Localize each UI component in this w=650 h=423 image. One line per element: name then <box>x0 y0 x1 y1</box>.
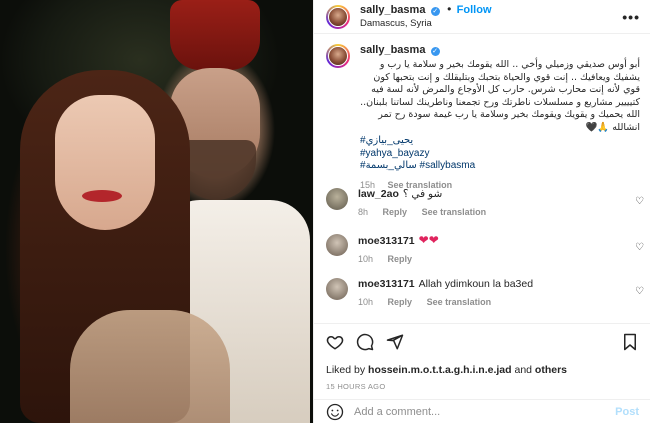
hashtag-link[interactable]: #سالي_بسمة #sallybasma <box>360 160 640 173</box>
follow-button[interactable]: Follow <box>457 4 492 16</box>
more-options-icon[interactable]: ••• <box>622 9 640 25</box>
heart-icon[interactable]: ♡ <box>635 242 644 253</box>
hashtag-link[interactable]: #يحيى_بيازي <box>360 135 640 148</box>
comment-text: شو في ؟ <box>402 188 443 200</box>
likes-user-link[interactable]: hossein.m.o.t.t.a.g.h.i.n.e.jad <box>368 364 512 376</box>
caption-hashtags: #يحيى_بيازي #yahya_bayazy #سالي_بسمة #sa… <box>360 135 640 173</box>
header-separator: • <box>447 2 452 16</box>
likes-others-link[interactable]: others <box>535 364 567 376</box>
caption-avatar[interactable] <box>326 44 350 68</box>
post-location[interactable]: Damascus, Syria <box>360 17 622 30</box>
comment-icon[interactable] <box>356 333 374 351</box>
commenter-avatar[interactable] <box>326 234 348 256</box>
caption-text: أبو أوس صديقي وزميلي وأخي .. الله يقومك … <box>360 59 640 133</box>
author-avatar[interactable] <box>326 4 350 29</box>
post-timestamp[interactable]: 15 HOURS AGO <box>326 382 639 391</box>
comment-time: 8h <box>358 207 369 217</box>
likes-prefix: Liked by <box>326 364 369 376</box>
comment-time: 10h <box>358 254 374 264</box>
comment-item: moe313171 Allah ydimkoun la ba3ed 10h Rep… <box>326 278 644 309</box>
add-comment-row: Add a comment... Post <box>314 399 650 423</box>
photo-woman-lips <box>82 190 122 202</box>
heart-icon[interactable]: ♡ <box>635 286 644 297</box>
post-actions: Liked by hossein.m.o.t.t.a.g.h.i.n.e.jad… <box>314 323 650 391</box>
see-translation-button[interactable]: See translation <box>427 297 492 307</box>
hashtag-link[interactable]: #yahya_bayazy <box>360 148 640 161</box>
verified-badge-icon: ✓ <box>430 7 440 16</box>
reply-button[interactable]: Reply <box>388 254 413 264</box>
comment-time: 10h <box>358 297 374 307</box>
heart-icon[interactable]: ♡ <box>635 196 644 207</box>
comment-item: moe313171 ❤❤ 10h Reply ♡ <box>326 234 644 266</box>
reply-button[interactable]: Reply <box>388 297 413 307</box>
commenter-username[interactable]: moe313171 <box>358 235 415 247</box>
post-sidebar: sally_basma ✓ • Follow Damascus, Syria •… <box>313 0 650 423</box>
likes-middle: and <box>511 364 535 376</box>
commenter-username[interactable]: law_2ao <box>358 188 399 200</box>
caption-username[interactable]: sally_basma <box>360 44 425 56</box>
comment-text: Allah ydimkoun la ba3ed <box>418 278 534 290</box>
photo-woman-dress <box>70 310 230 423</box>
post-header: sally_basma ✓ • Follow Damascus, Syria •… <box>314 0 650 34</box>
share-icon[interactable] <box>386 333 404 351</box>
author-username[interactable]: sally_basma <box>360 4 425 16</box>
reply-button[interactable]: Reply <box>383 207 408 217</box>
likes-summary: Liked by hossein.m.o.t.t.a.g.h.i.n.e.jad… <box>326 364 639 376</box>
commenter-avatar[interactable] <box>326 278 348 300</box>
commenter-avatar[interactable] <box>326 188 348 210</box>
commenter-username[interactable]: moe313171 <box>358 278 415 290</box>
see-translation-button[interactable]: See translation <box>422 207 487 217</box>
smiley-icon[interactable] <box>326 403 344 421</box>
heart-icon[interactable] <box>326 333 344 351</box>
bookmark-icon[interactable] <box>621 333 639 351</box>
post-photo[interactable] <box>0 0 313 423</box>
verified-badge-icon: ✓ <box>430 47 440 56</box>
comment-item: law_2ao شو في ؟ 8h Reply See translation … <box>326 188 644 219</box>
photo-woman-face <box>55 95 155 230</box>
post-caption: sally_basma ✓ أبو أوس صديقي وزميلي وأخي … <box>314 34 650 192</box>
comment-text: ❤❤ <box>418 233 439 247</box>
post-comment-button[interactable]: Post <box>615 406 639 418</box>
add-comment-input[interactable]: Add a comment... <box>354 406 615 418</box>
photo-fez <box>170 0 260 70</box>
